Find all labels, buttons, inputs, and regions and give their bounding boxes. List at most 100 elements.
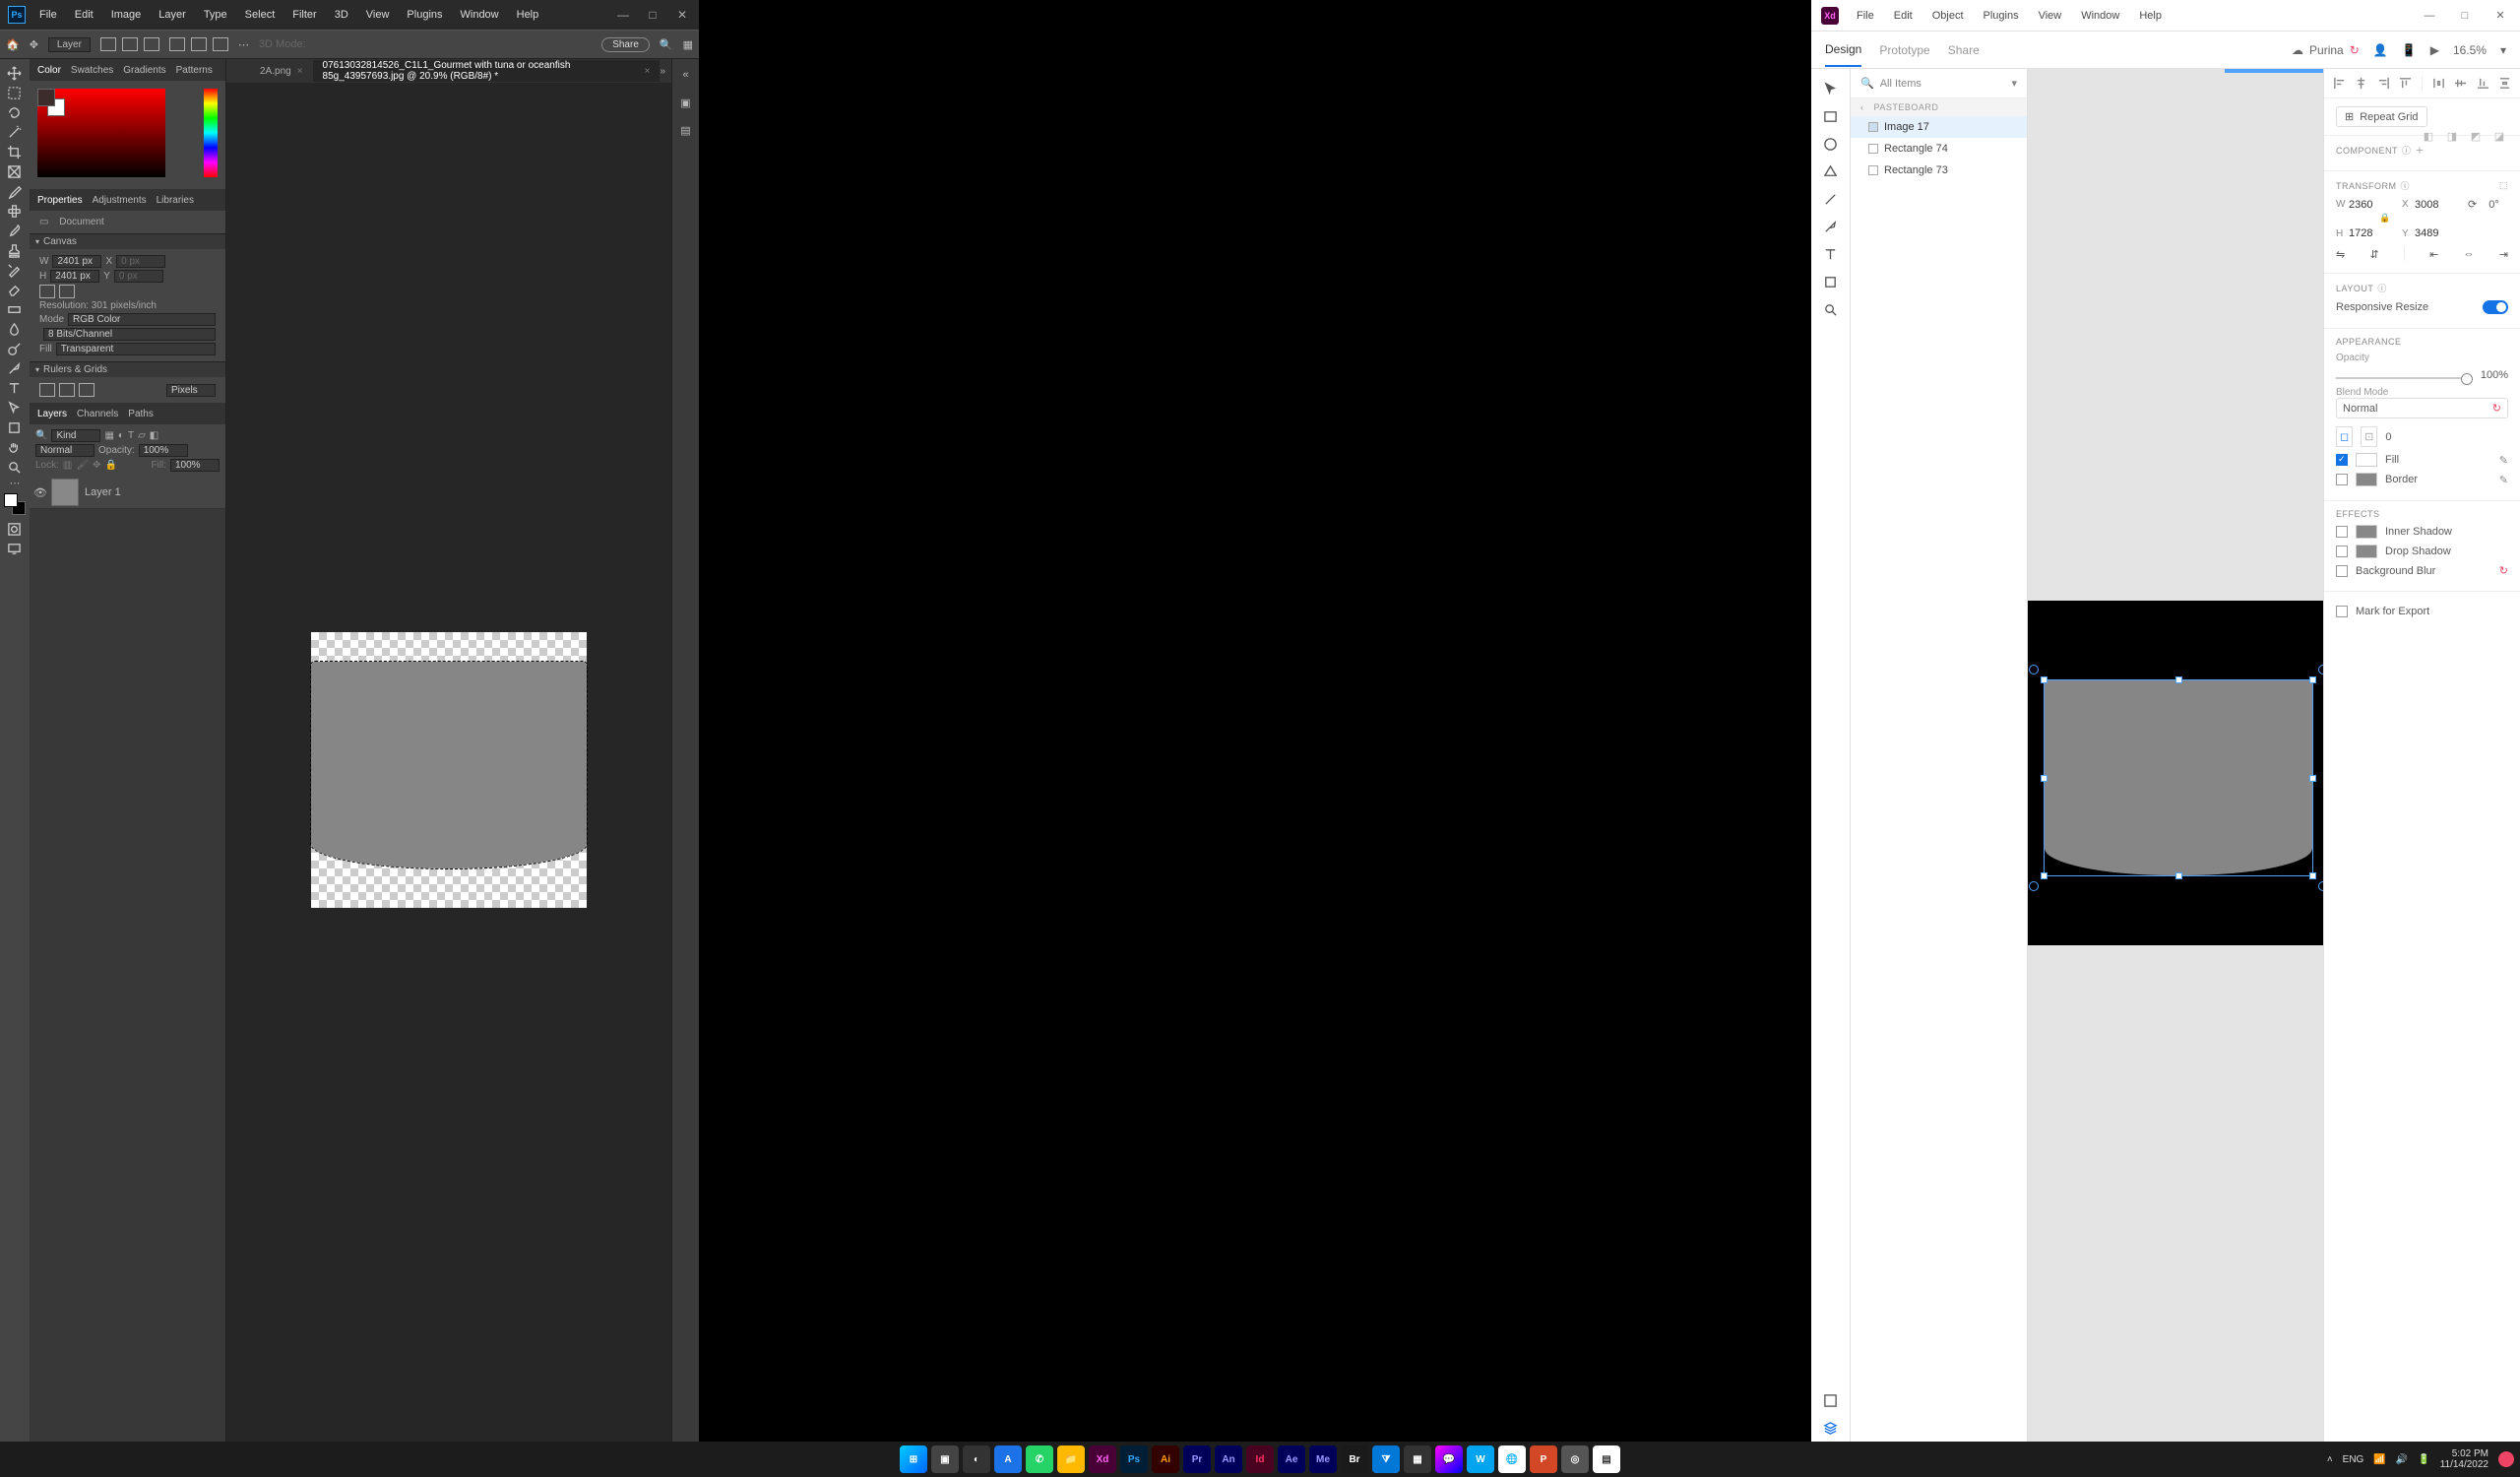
resize-handle-icon[interactable]: [2309, 872, 2316, 879]
filter-shape-icon[interactable]: ▱: [138, 430, 146, 441]
ps-menu-filter[interactable]: Filter: [284, 7, 324, 23]
search-icon[interactable]: 🔍: [1860, 77, 1874, 90]
ps-blend-dropdown[interactable]: Normal: [35, 444, 94, 457]
whatsapp-icon[interactable]: ✆: [1026, 1445, 1053, 1473]
xd-cloud-status[interactable]: ☁ Purina ↻: [2292, 43, 2360, 57]
xd-tab-share[interactable]: Share: [1948, 34, 1980, 66]
explorer-icon[interactable]: 📁: [1057, 1445, 1085, 1473]
resize-handle-icon[interactable]: [2309, 775, 2316, 782]
xd-fill-check[interactable]: [2336, 454, 2348, 466]
taskbar-clock[interactable]: 5:02 PM 11/14/2022: [2440, 1448, 2488, 1470]
ps-menu-window[interactable]: Window: [453, 7, 507, 23]
xd-drop-shadow-check[interactable]: [2336, 546, 2348, 557]
ps-menu-type[interactable]: Type: [196, 7, 235, 23]
xd-selected-image[interactable]: [2044, 679, 2313, 876]
ps-align-top-icon[interactable]: [169, 37, 185, 51]
taskview-icon[interactable]: ▣: [931, 1445, 959, 1473]
xd-menu-plugins[interactable]: Plugins: [1974, 6, 2029, 26]
ps-more-icon[interactable]: ⋯: [238, 38, 249, 51]
chevron-down-icon[interactable]: ▾: [2011, 77, 2017, 90]
bool-intersect-icon[interactable]: ◩: [2467, 127, 2485, 145]
xd-libraries-icon[interactable]: [1816, 1386, 1846, 1414]
xd-zoom-tool-icon[interactable]: [1816, 295, 1846, 323]
ps-menu-select[interactable]: Select: [237, 7, 284, 23]
ps-align-bottom-icon[interactable]: [213, 37, 228, 51]
ps-dodge-tool-icon[interactable]: [0, 339, 28, 358]
adobe-app-icon[interactable]: A: [994, 1445, 1022, 1473]
ps-tab-color[interactable]: Color: [37, 65, 61, 76]
ps-pen-tool-icon[interactable]: [0, 358, 28, 378]
resize-handle-icon[interactable]: [2175, 676, 2182, 683]
pr-taskbar-icon[interactable]: Pr: [1183, 1445, 1211, 1473]
ps-menu-image[interactable]: Image: [103, 7, 150, 23]
rotate-handle-icon[interactable]: [2318, 665, 2323, 674]
ruler-icon[interactable]: [39, 383, 55, 397]
an-taskbar-icon[interactable]: An: [1215, 1445, 1242, 1473]
lock-move-icon[interactable]: ✥: [93, 460, 100, 471]
align-resize-right-icon[interactable]: ⇥: [2499, 248, 2508, 261]
align-left-icon[interactable]: [2333, 77, 2346, 90]
xd-maximize-icon[interactable]: □: [2447, 4, 2483, 28]
close-tab-icon[interactable]: ×: [645, 66, 651, 77]
xd-height-field[interactable]: [2349, 227, 2390, 239]
xd-rect-tool-icon[interactable]: [1816, 102, 1846, 130]
vscode-icon[interactable]: ⧩: [1372, 1445, 1400, 1473]
lock-all-icon[interactable]: 🔒: [104, 460, 116, 471]
visibility-icon[interactable]: 👁: [33, 486, 45, 499]
xd-tab-prototype[interactable]: Prototype: [1879, 34, 1929, 66]
align-bottom-icon[interactable]: [2477, 77, 2489, 90]
ps-bits-dropdown[interactable]: 8 Bits/Channel: [43, 328, 216, 341]
xd-border-check[interactable]: [2336, 474, 2348, 485]
tray-chevron-icon[interactable]: ˄: [2327, 1454, 2333, 1465]
ps-path-select-icon[interactable]: [0, 398, 28, 417]
start-icon[interactable]: ⊞: [900, 1445, 927, 1473]
ps-filter-kind[interactable]: Kind: [51, 429, 100, 442]
effect-swatch-icon[interactable]: [2356, 525, 2377, 539]
xd-text-tool-icon[interactable]: [1816, 240, 1846, 268]
chrome-icon[interactable]: 🌐: [1498, 1445, 1526, 1473]
ps-blur-tool-icon[interactable]: [0, 319, 28, 339]
xd-polygon-tool-icon[interactable]: [1816, 158, 1846, 185]
filter-type-icon[interactable]: T: [128, 430, 134, 441]
ps-doc-tab-1[interactable]: 2A.png×: [250, 66, 313, 77]
ps-home-icon[interactable]: 🏠: [6, 38, 20, 51]
ps-gradient-tool-icon[interactable]: [0, 299, 28, 319]
xd-y-field[interactable]: [2415, 227, 2456, 239]
ps-align-center-icon[interactable]: [122, 37, 138, 51]
xd-layer-rect73[interactable]: Rectangle 73: [1851, 160, 2027, 181]
ps-align-right-icon[interactable]: [144, 37, 159, 51]
app-icon[interactable]: ◎: [1561, 1445, 1589, 1473]
info-icon[interactable]: ⓘ: [2377, 282, 2387, 294]
align-top-icon[interactable]: [2399, 77, 2412, 90]
distribute-v-icon[interactable]: [2498, 77, 2511, 90]
eyedropper-icon[interactable]: ✎: [2499, 474, 2508, 486]
xd-search-field[interactable]: All Items: [1880, 78, 2006, 90]
xd-menu-window[interactable]: Window: [2071, 6, 2129, 26]
ps-doc-tab-2[interactable]: 07613032814526_C1L1_Gourmet with tuna or…: [313, 60, 661, 82]
bool-exclude-icon[interactable]: ◪: [2490, 127, 2508, 145]
xd-inner-shadow-check[interactable]: [2336, 526, 2348, 538]
volume-icon[interactable]: 🔊: [2396, 1454, 2408, 1465]
back-chevron-icon[interactable]: ‹: [1860, 102, 1864, 112]
battery-icon[interactable]: 🔋: [2418, 1454, 2429, 1465]
ps-minimize-icon[interactable]: —: [608, 5, 638, 25]
resize-handle-icon[interactable]: [2041, 676, 2048, 683]
xd-menu-object[interactable]: Object: [1922, 6, 1974, 26]
ps-share-button[interactable]: Share: [601, 37, 650, 52]
align-hcenter-icon[interactable]: [2355, 77, 2367, 90]
xd-corner-value[interactable]: 0: [2385, 431, 2391, 443]
ps-menu-layer[interactable]: Layer: [151, 7, 194, 23]
ps-canvas-area[interactable]: [226, 83, 671, 1457]
orientation-landscape-icon[interactable]: [59, 285, 75, 298]
xd-border-swatch[interactable]: [2356, 473, 2377, 486]
ps-text-tool-icon[interactable]: [0, 378, 28, 398]
ps-hue-strip[interactable]: [204, 89, 218, 177]
xd-layer-rect74[interactable]: Rectangle 74: [1851, 138, 2027, 160]
ps-align-left-icon[interactable]: [100, 37, 116, 51]
resize-handle-icon[interactable]: [2041, 775, 2048, 782]
ps-tab-layers[interactable]: Layers: [37, 409, 67, 419]
rotate-handle-icon[interactable]: [2029, 881, 2039, 891]
bool-add-icon[interactable]: ◧: [2420, 127, 2437, 145]
ps-more-tools-icon[interactable]: ⋯: [0, 477, 30, 489]
ps-tab-gradients[interactable]: Gradients: [123, 65, 165, 76]
